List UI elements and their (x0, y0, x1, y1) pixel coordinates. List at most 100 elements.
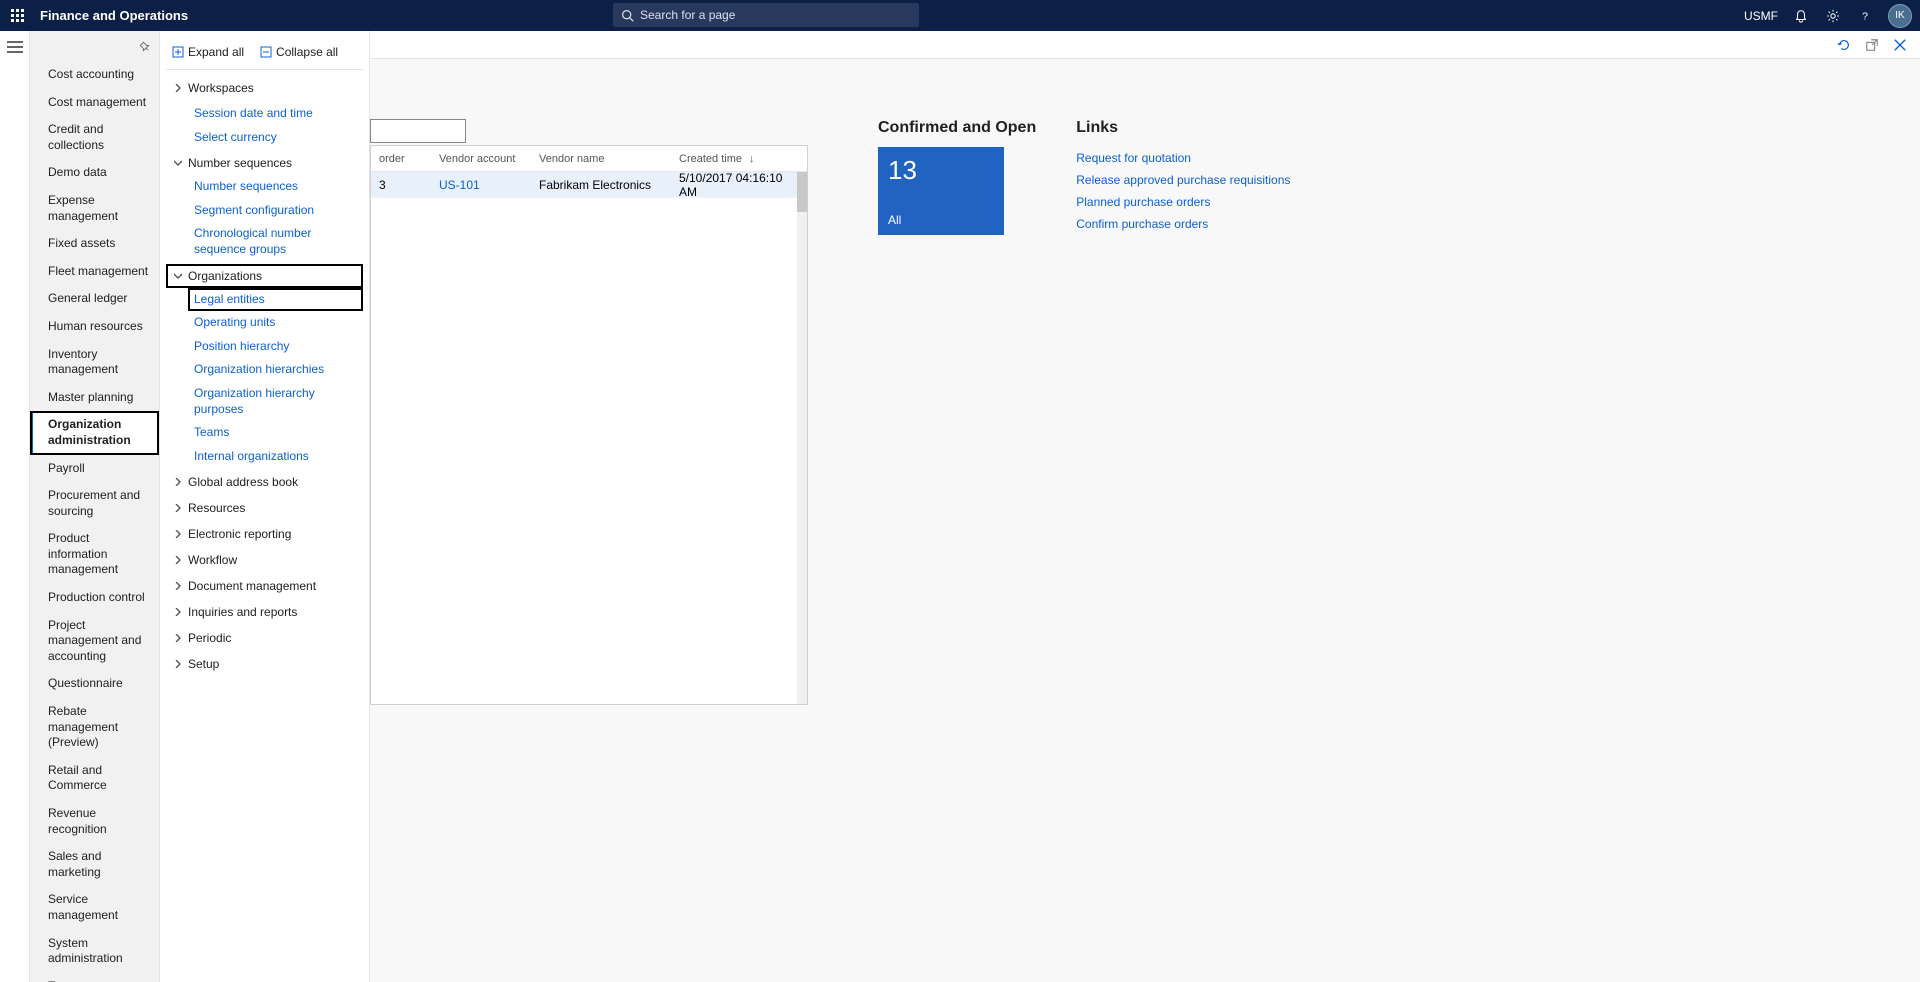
collapse-all-button[interactable]: Collapse all (260, 45, 338, 59)
link-chrono-groups[interactable]: Chronological number sequence groups (188, 222, 363, 261)
expand-all-label: Expand all (188, 45, 244, 59)
group-inquiries-reports[interactable]: Inquiries and reports (166, 600, 363, 624)
group-label: Setup (188, 657, 219, 671)
tile-label: All (888, 213, 994, 227)
module-item[interactable]: Organization administration (30, 411, 159, 454)
col-vendor-name[interactable]: Vendor name (531, 153, 671, 165)
module-item[interactable]: Fleet management (30, 258, 159, 286)
close-icon[interactable] (1892, 37, 1908, 53)
module-item[interactable]: Fixed assets (30, 230, 159, 258)
grid-filter-input[interactable] (370, 119, 466, 143)
group-label: Workspaces (188, 81, 254, 95)
hamburger-icon[interactable] (7, 41, 23, 53)
group-label: Inquiries and reports (188, 605, 297, 619)
refresh-icon[interactable] (1836, 37, 1852, 53)
settings-gear-icon[interactable] (1824, 7, 1842, 25)
link-legal-entities[interactable]: Legal entities (188, 288, 363, 312)
link-position-hierarchy[interactable]: Position hierarchy (188, 335, 363, 359)
sort-arrow-icon: ↓ (749, 153, 755, 165)
module-item[interactable]: Tax (30, 973, 159, 982)
module-item[interactable]: Product information management (30, 525, 159, 584)
group-periodic[interactable]: Periodic (166, 626, 363, 650)
module-item[interactable]: Rebate management (Preview) (30, 698, 159, 757)
cell-vendor-account[interactable]: US-101 (431, 178, 531, 192)
module-item[interactable]: Expense management (30, 187, 159, 230)
group-number-sequences[interactable]: Number sequences (166, 151, 363, 175)
content-area: order Vendor account Vendor name Created… (370, 31, 1920, 982)
link-teams[interactable]: Teams (188, 421, 363, 445)
module-item[interactable]: Production control (30, 584, 159, 612)
group-label: Document management (188, 579, 316, 593)
link-session-date[interactable]: Session date and time (188, 102, 363, 126)
link-org-hierarchy-purposes[interactable]: Organization hierarchy purposes (188, 382, 363, 421)
popout-icon[interactable] (1864, 37, 1880, 53)
company-label[interactable]: USMF (1744, 9, 1778, 23)
module-item[interactable]: Inventory management (30, 341, 159, 384)
module-item[interactable]: Human resources (30, 313, 159, 341)
chevron-down-icon (172, 272, 184, 280)
pin-icon[interactable] (139, 41, 151, 53)
group-label: Periodic (188, 631, 231, 645)
search-input[interactable]: Search for a page (613, 3, 919, 27)
help-icon[interactable]: ? (1856, 7, 1874, 25)
group-organizations[interactable]: Organizations (166, 264, 363, 288)
link-org-hierarchies[interactable]: Organization hierarchies (188, 358, 363, 382)
module-item[interactable]: Cost management (30, 89, 159, 117)
col-vendor-account[interactable]: Vendor account (431, 153, 531, 165)
expand-all-button[interactable]: Expand all (172, 45, 244, 59)
module-item[interactable]: Credit and collections (30, 116, 159, 159)
collapse-all-label: Collapse all (276, 45, 338, 59)
link-release-requisitions[interactable]: Release approved purchase requisitions (1076, 169, 1290, 191)
user-avatar[interactable]: IK (1888, 4, 1912, 28)
grid-row[interactable]: 3 US-101 Fabrikam Electronics 5/10/2017 … (371, 172, 807, 198)
links-section-title: Links (1076, 119, 1290, 137)
module-item[interactable]: Questionnaire (30, 670, 159, 698)
group-setup[interactable]: Setup (166, 652, 363, 676)
waffle-icon[interactable] (0, 9, 36, 23)
tile-section: Confirmed and Open 13 All (878, 119, 1036, 705)
link-segment-config[interactable]: Segment configuration (188, 199, 363, 223)
link-internal-orgs[interactable]: Internal organizations (188, 445, 363, 469)
group-resources[interactable]: Resources (166, 496, 363, 520)
link-select-currency[interactable]: Select currency (188, 126, 363, 150)
link-number-sequences[interactable]: Number sequences (188, 175, 363, 199)
group-global-address-book[interactable]: Global address book (166, 470, 363, 494)
grid-header: order Vendor account Vendor name Created… (371, 146, 807, 172)
link-operating-units[interactable]: Operating units (188, 311, 363, 335)
module-item[interactable]: Sales and marketing (30, 843, 159, 886)
link-request-quotation[interactable]: Request for quotation (1076, 147, 1290, 169)
module-item[interactable]: Cost accounting (30, 61, 159, 89)
chevron-right-icon (172, 478, 184, 486)
module-item[interactable]: Service management (30, 886, 159, 929)
data-grid: order Vendor account Vendor name Created… (370, 145, 808, 705)
module-item[interactable]: System administration (30, 930, 159, 973)
chevron-right-icon (172, 608, 184, 616)
group-electronic-reporting[interactable]: Electronic reporting (166, 522, 363, 546)
grid-scrollbar[interactable] (797, 172, 807, 704)
module-item[interactable]: General ledger (30, 285, 159, 313)
module-item[interactable]: Procurement and sourcing (30, 482, 159, 525)
link-confirm-orders[interactable]: Confirm purchase orders (1076, 213, 1290, 235)
module-item[interactable]: Demo data (30, 159, 159, 187)
cell-created-time: 5/10/2017 04:16:10 AM (671, 171, 801, 199)
cell-order: 3 (371, 178, 431, 192)
group-label: Number sequences (188, 156, 292, 170)
notifications-icon[interactable] (1792, 7, 1810, 25)
search-icon (621, 9, 634, 22)
group-document-management[interactable]: Document management (166, 574, 363, 598)
col-order[interactable]: order (371, 153, 431, 165)
chevron-right-icon (172, 504, 184, 512)
module-item[interactable]: Project management and accounting (30, 612, 159, 671)
group-workflow[interactable]: Workflow (166, 548, 363, 572)
module-item[interactable]: Payroll (30, 455, 159, 483)
link-planned-orders[interactable]: Planned purchase orders (1076, 191, 1290, 213)
module-item[interactable]: Master planning (30, 384, 159, 412)
cell-vendor-name: Fabrikam Electronics (531, 178, 671, 192)
group-label: Electronic reporting (188, 527, 291, 541)
module-item[interactable]: Retail and Commerce (30, 757, 159, 800)
module-item[interactable]: Revenue recognition (30, 800, 159, 843)
submenu-panel: Expand all Collapse all Workspaces Sessi… (160, 31, 370, 982)
col-created-time[interactable]: Created time ↓ (671, 153, 801, 165)
group-workspaces[interactable]: Workspaces (166, 76, 363, 100)
tile-confirmed-open[interactable]: 13 All (878, 147, 1004, 235)
